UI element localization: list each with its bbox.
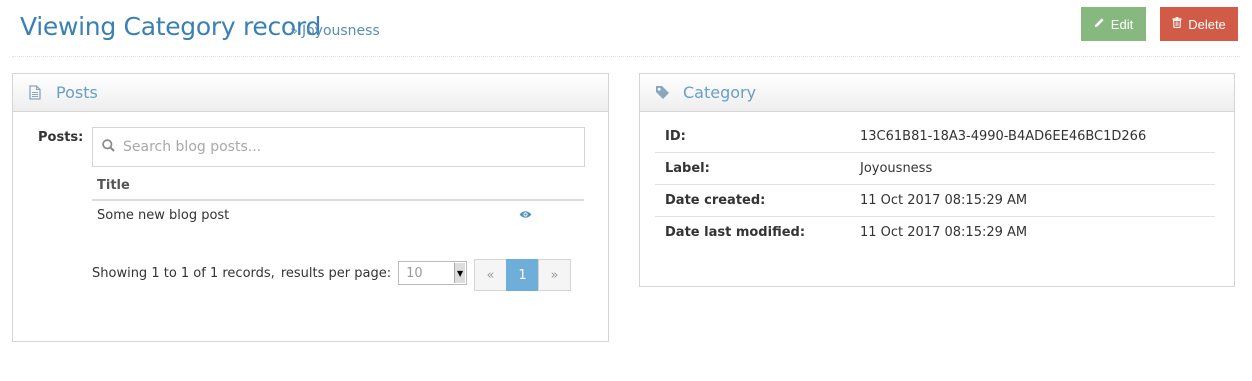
pencil-icon bbox=[1094, 17, 1105, 31]
detail-label: Date created: bbox=[655, 184, 850, 217]
pagination-page-1[interactable]: 1 bbox=[506, 259, 539, 291]
posts-table: Title Some new blog post bbox=[92, 172, 584, 230]
detail-label: Date last modified: bbox=[665, 225, 806, 240]
detail-label: ID: bbox=[655, 121, 850, 153]
column-header-title[interactable]: Title bbox=[92, 172, 422, 201]
search-icon bbox=[102, 138, 115, 156]
detail-row-date-modified: Date last modified: 11 Oct 2017 08:15:29… bbox=[655, 217, 1215, 249]
posts-field-label: Posts: bbox=[38, 130, 84, 145]
detail-value: 13C61B81-18A3-4990-B4AD6EE46BC1D266 bbox=[850, 121, 1215, 153]
edit-button[interactable]: Edit bbox=[1081, 7, 1146, 41]
tag-icon bbox=[654, 85, 670, 100]
detail-row-date-created: Date created: 11 Oct 2017 08:15:29 AM bbox=[655, 184, 1215, 217]
breadcrumb-chevron: » bbox=[290, 24, 298, 39]
view-post-button[interactable] bbox=[422, 200, 584, 230]
dropdown-arrow-icon: ▼ bbox=[454, 263, 466, 283]
eye-icon bbox=[519, 208, 532, 223]
detail-label: Label: bbox=[655, 152, 850, 185]
column-header-actions bbox=[421, 172, 584, 201]
records-info: Showing 1 to 1 of 1 records, results per… bbox=[92, 261, 468, 285]
pagination-next[interactable]: » bbox=[538, 259, 571, 291]
breadcrumb: » Joyousness bbox=[290, 23, 380, 39]
detail-row-id: ID: 13C61B81-18A3-4990-B4AD6EE46BC1D266 bbox=[655, 121, 1215, 153]
pagination: « 1 » bbox=[474, 259, 571, 291]
page-title: Viewing Category record bbox=[20, 12, 322, 41]
showing-text: Showing 1 to 1 of 1 records, bbox=[92, 265, 275, 281]
posts-panel-title: Posts bbox=[56, 83, 98, 102]
detail-value: 11 Oct 2017 08:15:29 AM bbox=[860, 225, 1028, 240]
delete-button[interactable]: Delete bbox=[1160, 7, 1238, 41]
pagination-prev[interactable]: « bbox=[474, 259, 507, 291]
detail-value: Joyousness bbox=[850, 152, 1215, 185]
search-box bbox=[92, 127, 585, 167]
record-name: Joyousness bbox=[301, 23, 380, 39]
per-page-select[interactable]: 10 ▼ bbox=[398, 261, 468, 285]
posts-panel-header: Posts bbox=[13, 74, 608, 112]
posts-panel: Posts Posts: Title Some new blog post bbox=[12, 73, 609, 342]
edit-button-label: Edit bbox=[1110, 16, 1134, 32]
per-page-value: 10 bbox=[406, 265, 423, 281]
category-panel: Category ID: 13C61B81-18A3-4990-B4AD6EE4… bbox=[639, 73, 1235, 287]
detail-value: 11 Oct 2017 08:15:29 AM bbox=[850, 184, 1215, 217]
title-divider bbox=[12, 56, 1240, 57]
category-details: ID: 13C61B81-18A3-4990-B4AD6EE46BC1D266 … bbox=[655, 121, 1215, 248]
table-row: Some new blog post bbox=[92, 200, 584, 230]
delete-button-label: Delete bbox=[1188, 16, 1226, 32]
document-icon bbox=[27, 85, 43, 100]
detail-row-label: Label: Joyousness bbox=[655, 152, 1215, 185]
search-input[interactable] bbox=[121, 138, 561, 156]
category-panel-title: Category bbox=[683, 83, 757, 102]
category-panel-header: Category bbox=[640, 74, 1234, 112]
per-page-label: results per page: bbox=[280, 265, 392, 281]
post-title: Some new blog post bbox=[97, 208, 230, 223]
trash-icon bbox=[1172, 17, 1182, 31]
